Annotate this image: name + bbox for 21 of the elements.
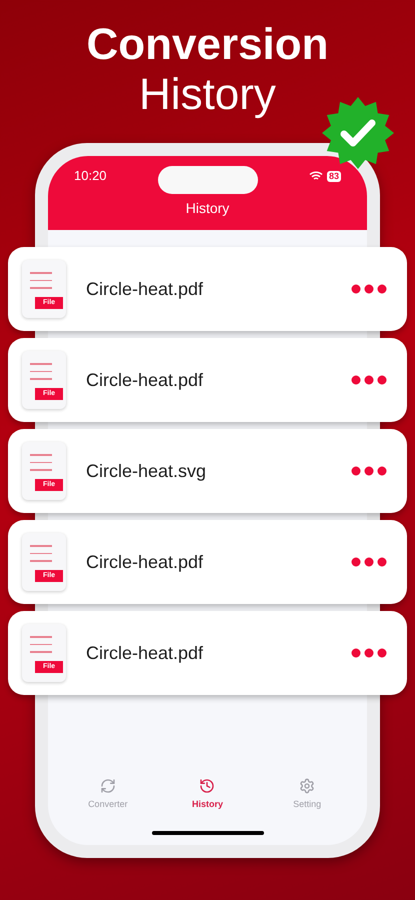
more-icon[interactable] <box>351 648 387 658</box>
headline: History <box>139 70 276 120</box>
settings-icon <box>299 778 316 794</box>
more-icon[interactable] <box>351 375 387 385</box>
file-name: Circle-heat.pdf <box>86 642 204 665</box>
more-icon[interactable] <box>351 284 387 294</box>
status-time: 10:20 <box>74 167 107 186</box>
verified-badge-icon <box>322 97 394 169</box>
more-icon[interactable] <box>351 466 387 476</box>
tab-bar-item[interactable]: History <box>167 778 248 811</box>
wifi-icon <box>308 171 323 181</box>
file-name: Circle-heat.svg <box>86 460 208 483</box>
screen-title: History <box>186 199 230 218</box>
refresh-icon <box>100 778 116 794</box>
headline: Conversion <box>86 20 329 70</box>
file-name: Circle-heat.pdf <box>86 550 204 574</box>
history-icon <box>199 778 216 794</box>
file-name: Circle-heat.pdf <box>86 278 204 301</box>
battery-indicator: 83 <box>326 170 341 182</box>
file-name: Circle-heat.pdf <box>86 368 204 392</box>
more-icon[interactable] <box>351 557 387 567</box>
